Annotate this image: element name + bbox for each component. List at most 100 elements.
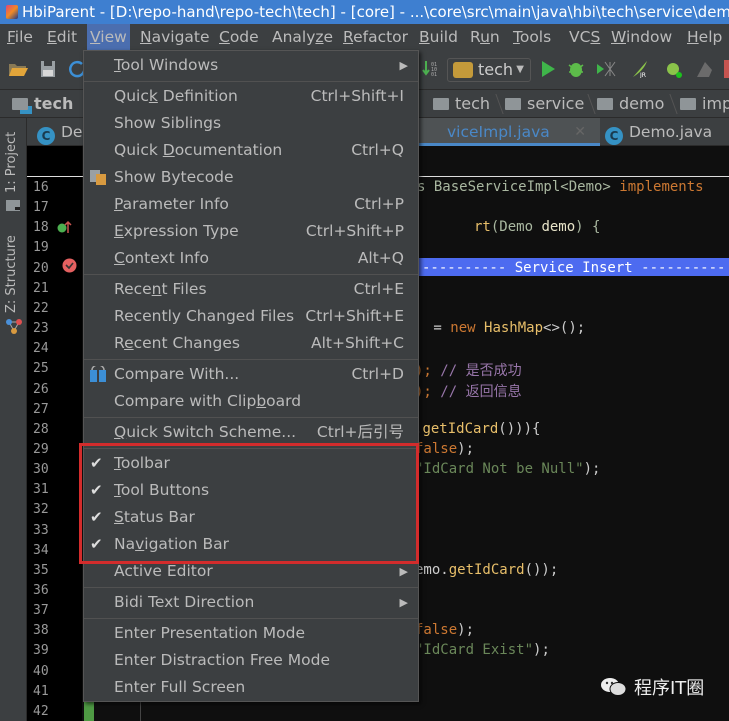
- debug-icon[interactable]: [567, 60, 587, 78]
- menu-item-tool-windows[interactable]: Tool Windows ▶: [84, 52, 418, 79]
- menu-refactor[interactable]: Refactor: [340, 24, 411, 50]
- run-icon[interactable]: [538, 60, 558, 78]
- menu-item-show-siblings[interactable]: Show Siblings: [84, 110, 418, 137]
- code-token: ());: [524, 561, 559, 578]
- menu-item-quick-definition[interactable]: Quick Definition Ctrl+Shift+I: [84, 83, 418, 110]
- breadcrumb-demo[interactable]: demo: [597, 90, 664, 118]
- mnemonic: R: [343, 28, 354, 46]
- mnemonic: Q: [114, 423, 127, 441]
- mnemonic: b: [256, 392, 267, 410]
- binary-build-icon[interactable]: 011001: [422, 60, 442, 78]
- mnemonic: C: [219, 28, 230, 46]
- code-token: emo.: [415, 561, 449, 578]
- menu-item-bidi-text-direction[interactable]: Bidi Text Direction ▶: [84, 589, 418, 616]
- line-number: 37: [33, 603, 49, 619]
- menu-file[interactable]: File: [4, 24, 36, 50]
- line-number: 38: [33, 623, 49, 639]
- menu-build[interactable]: Build: [416, 24, 461, 50]
- line-number: 22: [33, 300, 49, 316]
- menu-item-context-info[interactable]: Context Info Alt+Q: [84, 245, 418, 272]
- breadcrumb-project[interactable]: tech: [12, 90, 73, 118]
- line-number: 32: [33, 502, 49, 518]
- menu-item-shortcut: Ctrl+Shift+P: [305, 222, 404, 240]
- menu-item-recently-changed-files[interactable]: Recently Changed Files Ctrl+Shift+E: [84, 303, 418, 330]
- breadcrumb-tech[interactable]: tech: [433, 90, 490, 118]
- close-tab-icon[interactable]: ✕: [574, 118, 586, 146]
- view-menu-dropdown: Tool Windows ▶ Quick Definition Ctrl+Shift+…: [83, 50, 419, 702]
- tab-demo-java[interactable]: C Demo.java: [605, 118, 712, 146]
- code-line: = new HashMap<>();: [425, 320, 585, 336]
- tab-demo-controller[interactable]: C De: [37, 118, 82, 146]
- menu-item-enter-distraction-free-mode[interactable]: Enter Distraction Free Mode: [84, 647, 418, 674]
- menu-item-recent-files[interactable]: Recent Files Ctrl+E: [84, 276, 418, 303]
- breadcrumb-service[interactable]: service: [505, 90, 584, 118]
- code-token: new: [450, 320, 485, 337]
- code-line: s BaseServiceImpl<Demo> implements: [417, 179, 704, 195]
- run-configuration-select[interactable]: tech ▼: [447, 58, 531, 82]
- menu-item-label: Recently Changed Files: [114, 307, 295, 325]
- menu-item-shortcut: Ctrl+Shift+I: [310, 87, 404, 105]
- save-icon[interactable]: [38, 60, 58, 78]
- package-folder-icon: [680, 98, 696, 110]
- editor-gutter: 16 17 18 19 20 21 22 23 24 25 26 27 28 29 30 31 32 33 34 35…: [27, 146, 82, 721]
- menu-item-label: Show Bytecode: [114, 168, 234, 186]
- open-folder-icon[interactable]: [8, 60, 28, 78]
- jrebel-run-icon[interactable]: JR: [630, 60, 650, 78]
- implements-method-icon[interactable]: [57, 220, 73, 234]
- menu-help[interactable]: Help: [684, 24, 725, 50]
- menu-navigate[interactable]: Navigate: [137, 24, 213, 50]
- indent-guide: [140, 700, 141, 721]
- breadcrumb-impl[interactable]: imp: [680, 90, 729, 118]
- menu-run[interactable]: Run: [467, 24, 503, 50]
- menu-separator: [84, 587, 418, 588]
- menu-item-enter-presentation-mode[interactable]: Enter Presentation Mode: [84, 620, 418, 647]
- menu-window[interactable]: Window: [608, 24, 675, 50]
- tab-demo-service-impl[interactable]: viceImpl.java ✕: [417, 118, 600, 146]
- project-tool-tab[interactable]: 1: Project: [4, 132, 19, 193]
- menu-item-label: Context Info: [114, 249, 209, 267]
- change-marker: [84, 700, 94, 721]
- menu-analyze[interactable]: Analyze: [269, 24, 336, 50]
- menu-vcs[interactable]: VCS: [566, 24, 603, 50]
- window-title: HbiParent - [D:\repo-hand\repo-tech\tech…: [22, 3, 729, 21]
- code-token: HashMap: [484, 320, 544, 337]
- structure-tool-tab[interactable]: Z: Structure: [4, 235, 19, 313]
- menu-item-shortcut: Ctrl+E: [353, 280, 404, 298]
- structure-icon: [6, 319, 22, 334]
- bytecode-icon: [90, 170, 106, 185]
- menu-item-expression-type[interactable]: Expression Type Ctrl+Shift+P: [84, 218, 418, 245]
- menu-item-label: Quick Definition: [114, 87, 238, 105]
- code-line: false);: [415, 622, 474, 638]
- menu-item-quick-documentation[interactable]: Quick Documentation Ctrl+Q: [84, 137, 418, 164]
- annotation-highlight-box: [79, 443, 419, 564]
- menu-item-label: Recent Changes: [114, 334, 240, 352]
- menu-item-label: Enter Distraction Free Mode: [114, 651, 330, 669]
- stop-disabled-icon[interactable]: [694, 60, 714, 78]
- stop-icon[interactable]: [724, 60, 729, 78]
- menu-tools[interactable]: Tools: [510, 24, 554, 50]
- breakpoint-check-icon[interactable]: [62, 258, 77, 273]
- menu-item-parameter-info[interactable]: Parameter Info Ctrl+P: [84, 191, 418, 218]
- menu-item-show-bytecode[interactable]: Show Bytecode: [84, 164, 418, 191]
- code-line: ---------- Service Insert ----------: [422, 260, 725, 276]
- menu-code[interactable]: Code: [216, 24, 262, 50]
- menu-item-shortcut: Alt+Shift+C: [310, 334, 404, 352]
- jrebel-debug-icon[interactable]: [664, 60, 684, 78]
- code-token: false: [415, 622, 458, 639]
- menu-item-recent-changes[interactable]: Recent Changes Alt+Shift+C: [84, 330, 418, 357]
- menu-separator: [84, 618, 418, 619]
- watermark: 程序IT圈: [600, 674, 704, 700]
- menu-item-quick-switch-scheme[interactable]: Quick Switch Scheme... Ctrl+后引号: [84, 419, 418, 446]
- menu-view[interactable]: View: [87, 24, 130, 50]
- menu-item-label: Recent Files: [114, 280, 207, 298]
- menu-edit[interactable]: Edit: [44, 24, 80, 50]
- mnemonic: C: [114, 249, 125, 267]
- line-number: 40: [33, 663, 49, 679]
- menu-item-compare-with[interactable]: Compare With... Ctrl+D: [84, 361, 418, 388]
- menu-item-shortcut: Alt+Q: [357, 249, 404, 267]
- run-with-coverage-icon[interactable]: [596, 60, 616, 78]
- line-number: 30: [33, 462, 49, 478]
- menu-item-compare-with-clipboard[interactable]: Compare with Clipboard: [84, 388, 418, 415]
- menu-item-label: Expression Type: [114, 222, 239, 240]
- menu-item-enter-full-screen[interactable]: Enter Full Screen: [84, 674, 418, 701]
